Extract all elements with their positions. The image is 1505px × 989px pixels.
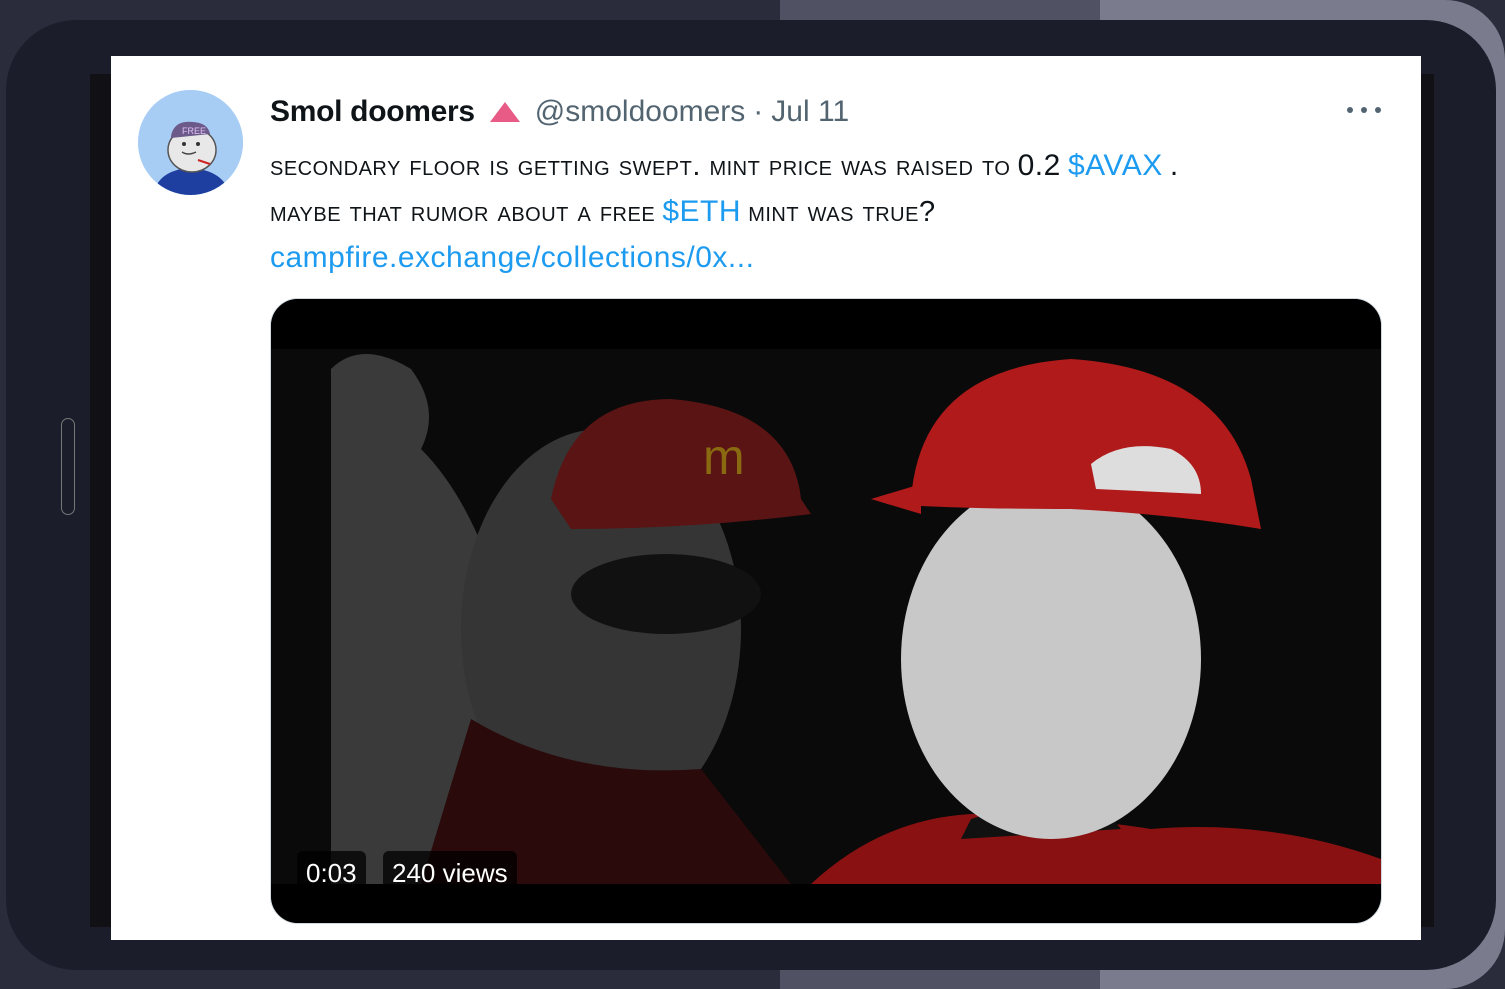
separator: · — [753, 95, 764, 128]
video-views: 240 views — [383, 851, 517, 895]
user-handle[interactable]: @smoldoomers — [535, 95, 746, 129]
tweet-text-part: Maybe that rumor about a free — [270, 196, 656, 228]
tweet-text: Secondary floor is getting swept. Mint p… — [270, 144, 1380, 282]
svg-text:m: m — [703, 429, 745, 485]
cashtag-eth[interactable]: $ETH — [662, 195, 741, 228]
display-name[interactable]: Smol doomers — [270, 95, 475, 129]
avatar[interactable]: FREE — [138, 90, 243, 195]
red-triangle-icon — [489, 102, 520, 122]
more-dots-icon[interactable] — [1347, 100, 1381, 120]
tweet-header: Smol doomers @smoldoomers · Jul 11 — [270, 92, 849, 132]
tweet-card[interactable]: FREE Smol doomers @smoldoomers · Jul 11 … — [111, 56, 1421, 940]
video-thumbnail: m — [271, 299, 1381, 923]
device-side-button — [61, 418, 75, 515]
tweet-text-part: Secondary floor is getting swept. Mint p… — [270, 150, 1011, 182]
video-duration: 0:03 — [297, 851, 366, 895]
tweet-date[interactable]: Jul 11 — [771, 95, 849, 129]
tweet-text-part: . — [1169, 149, 1179, 182]
video-player[interactable]: m 0:03 240 views — [270, 298, 1382, 924]
cashtag-avax[interactable]: $AVAX — [1068, 149, 1163, 182]
tweet-link[interactable]: campfire.exchange/collections/0x... — [270, 241, 754, 274]
svg-text:FREE: FREE — [182, 126, 206, 136]
tweet-text-part: mint was true? — [748, 196, 936, 228]
price-value: 0.2 — [1017, 149, 1061, 182]
